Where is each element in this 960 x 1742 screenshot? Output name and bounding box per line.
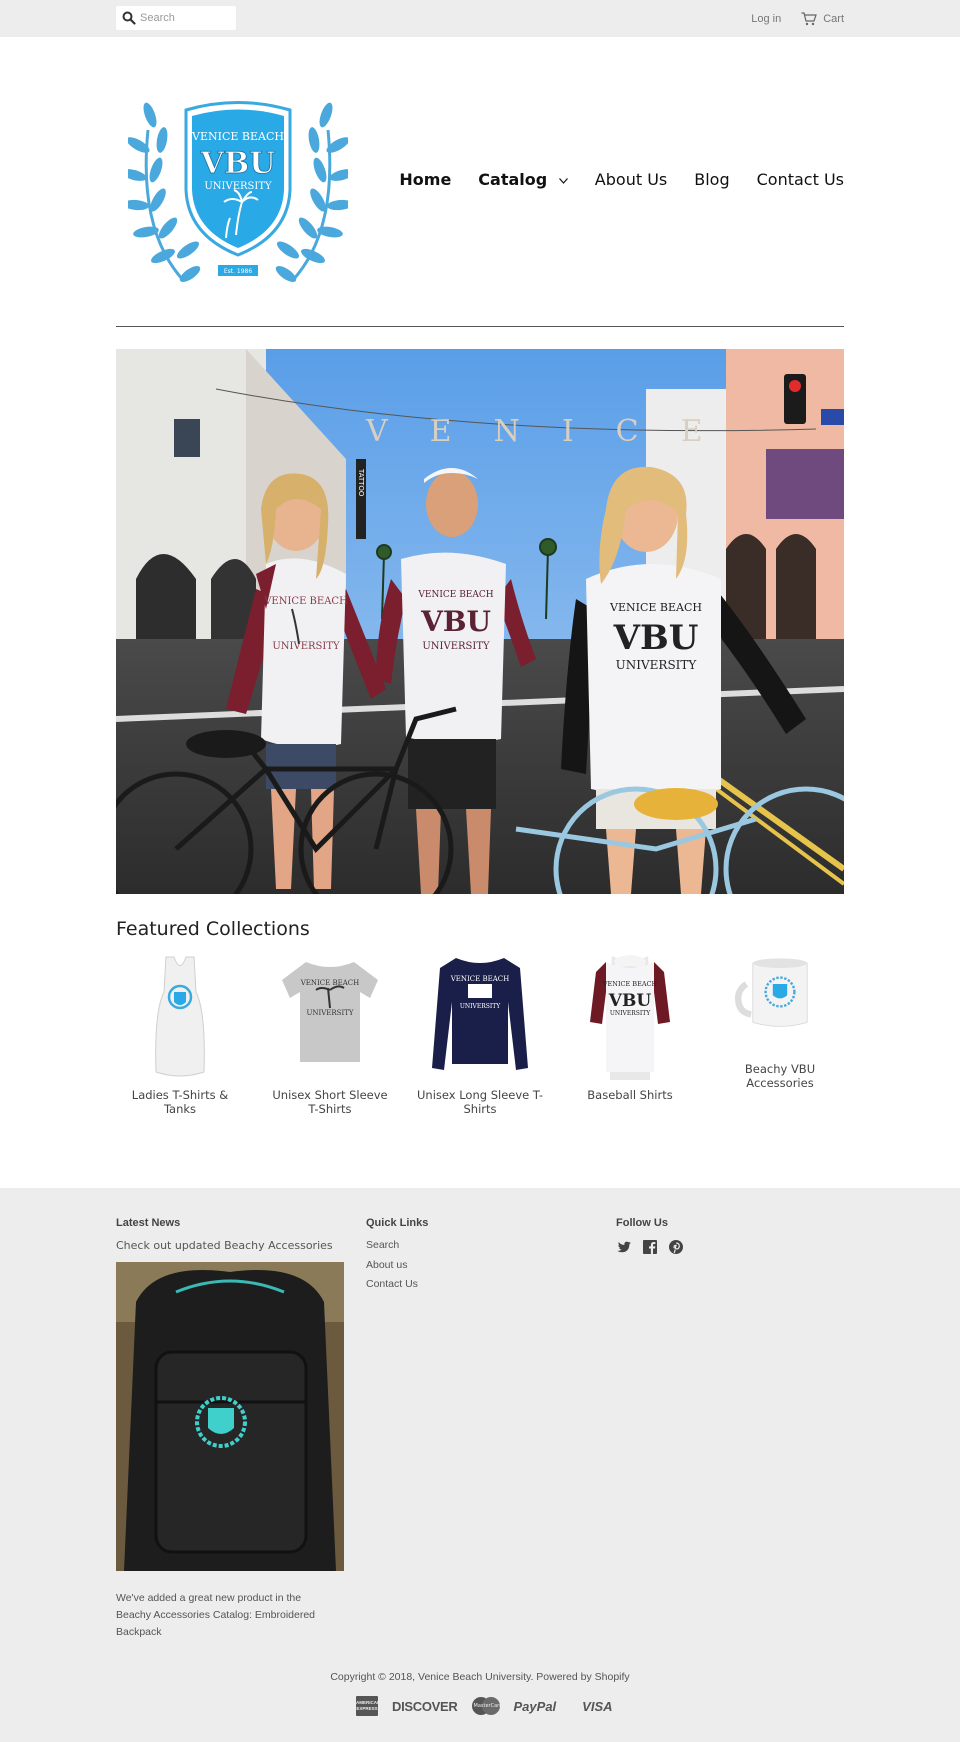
logo-line1: VENICE BEACH <box>191 130 284 143</box>
nav-blog[interactable]: Blog <box>694 170 729 189</box>
bb-text-2: VBU <box>608 991 652 1011</box>
payment-icons: AMERICAN EXPRESS DISCOVER MasterCard Pay… <box>356 1696 613 1716</box>
collection-item[interactable]: VENICE BEACH UNIVERSITY Unisex Long Slee… <box>416 952 544 1116</box>
collection-item[interactable]: Beachy VBU Accessories <box>716 952 844 1090</box>
tee-text-3: UNIVERSITY <box>306 1009 353 1017</box>
nav-catalog[interactable]: Catalog <box>478 170 568 189</box>
featured-collections-title: Featured Collections <box>116 918 310 940</box>
mug-image[interactable] <box>716 952 844 1056</box>
backpack-image[interactable] <box>116 1262 344 1571</box>
copyright-text: Copyright © 2018, Venice Beach Universit… <box>330 1671 630 1683</box>
quick-links-list: Search About us Contact Us <box>366 1239 418 1298</box>
collection-item[interactable]: Ladies T-Shirts & Tanks <box>116 952 244 1116</box>
shirt-text-right-2: VBU <box>613 618 699 658</box>
social-links <box>616 1239 684 1255</box>
cart-link[interactable]: Cart <box>823 13 844 25</box>
collection-label[interactable]: Baseball Shirts <box>566 1088 694 1102</box>
pinterest-icon[interactable] <box>668 1239 684 1255</box>
account-links: Log in Cart <box>751 10 844 28</box>
news-headline-link[interactable]: Check out updated Beachy Accessories <box>116 1239 333 1252</box>
logo-line2: VBU <box>200 146 276 181</box>
collection-grid: Ladies T-Shirts & Tanks VENICE BEACH UNI… <box>116 952 844 1122</box>
main-nav: Home Catalog About Us Blog Contact Us <box>399 170 844 189</box>
logo-line3: UNIVERSITY <box>204 181 272 192</box>
twitter-icon[interactable] <box>616 1239 632 1255</box>
short-sleeve-tee-image[interactable]: VENICE BEACH UNIVERSITY <box>266 952 394 1082</box>
long-sleeve-tee-image[interactable]: VENICE BEACH UNIVERSITY <box>416 952 544 1082</box>
collection-label[interactable]: Unisex Long Sleeve T-Shirts <box>416 1088 544 1116</box>
follow-us-title: Follow Us <box>616 1217 668 1229</box>
venice-sign: VENICE <box>365 414 745 449</box>
nav-catalog-label: Catalog <box>478 170 548 189</box>
tee-text-1: VENICE BEACH <box>300 979 360 987</box>
shirt-text-mid-3: UNIVERSITY <box>422 641 490 652</box>
quick-link-about[interactable]: About us <box>366 1259 418 1279</box>
mastercard-text: MasterCard <box>473 1703 503 1709</box>
nav-about[interactable]: About Us <box>595 170 667 189</box>
tattoo-sign: TATTOO <box>357 468 365 497</box>
ls-text-3: UNIVERSITY <box>460 1003 501 1010</box>
shirt-text-left-2: UNIVERSITY <box>272 641 340 652</box>
top-bar: Log in Cart <box>0 0 960 37</box>
header-divider <box>116 326 844 327</box>
paypal-icon: PayPal <box>513 1698 557 1714</box>
hero-image[interactable]: TATTOO VENICE VENICE BEACH UNIVERSITY VE… <box>116 349 844 894</box>
search-box[interactable] <box>116 6 236 30</box>
facebook-icon[interactable] <box>642 1239 658 1255</box>
nav-contact[interactable]: Contact Us <box>757 170 844 189</box>
shirt-text-left: VENICE BEACH <box>263 596 348 607</box>
quick-link-search[interactable]: Search <box>366 1239 418 1259</box>
mastercard-icon: MasterCard <box>471 1697 503 1715</box>
news-summary: We've added a great new product in the B… <box>116 1592 316 1638</box>
collection-label[interactable]: Unisex Short Sleeve T-Shirts <box>266 1088 394 1116</box>
visa-icon: VISA <box>582 1698 613 1714</box>
footer: Latest News Check out updated Beachy Acc… <box>0 1188 960 1742</box>
collection-item[interactable]: VENICE BEACH VBU UNIVERSITY Baseball Shi… <box>566 952 694 1102</box>
chevron-down-icon <box>558 177 568 184</box>
login-link[interactable]: Log in <box>751 13 781 25</box>
logo-est: Est. 1986 <box>224 268 253 275</box>
shirt-text-mid-1: VENICE BEACH <box>417 590 493 600</box>
latest-news-title: Latest News <box>116 1217 181 1229</box>
cart-icon[interactable] <box>801 12 818 26</box>
search-input[interactable] <box>140 9 230 27</box>
baseball-shirt-image[interactable]: VENICE BEACH VBU UNIVERSITY <box>566 952 694 1082</box>
quick-link-contact[interactable]: Contact Us <box>366 1278 418 1298</box>
discover-icon: DISCOVER <box>392 1698 458 1714</box>
quick-links-title: Quick Links <box>366 1217 429 1229</box>
collection-item[interactable]: VENICE BEACH UNIVERSITY Unisex Short Sle… <box>266 952 394 1116</box>
tank-top-image[interactable] <box>116 952 244 1082</box>
shirt-text-right-1: VENICE BEACH <box>609 601 702 614</box>
vbu-logo[interactable]: VENICE BEACH VBU UNIVERSITY Est. 1986 <box>128 70 348 290</box>
bb-text-3: UNIVERSITY <box>610 1010 651 1017</box>
shirt-text-right-3: UNIVERSITY <box>616 658 698 672</box>
amex-icon: AMERICAN EXPRESS <box>356 1696 380 1716</box>
ls-text-1: VENICE BEACH <box>450 975 510 983</box>
nav-home[interactable]: Home <box>399 170 451 189</box>
search-icon[interactable] <box>122 11 136 25</box>
collection-label[interactable]: Ladies T-Shirts & Tanks <box>116 1088 244 1116</box>
bb-text-1: VENICE BEACH <box>602 980 658 988</box>
collection-label[interactable]: Beachy VBU Accessories <box>716 1062 844 1090</box>
shirt-text-mid-2: VBU <box>420 605 491 638</box>
